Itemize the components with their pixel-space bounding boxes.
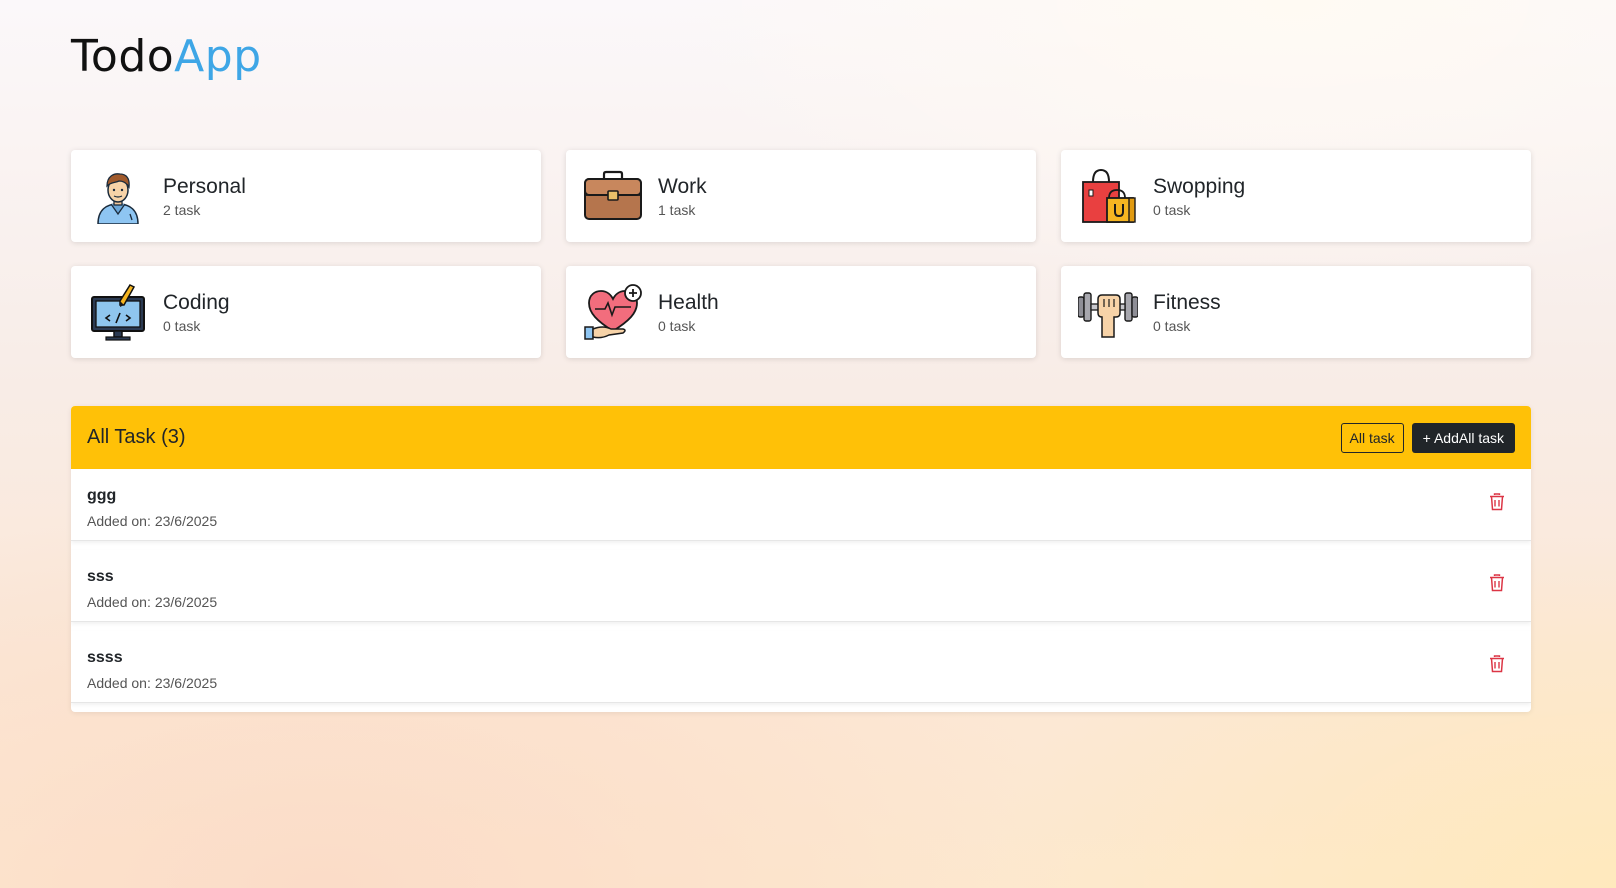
category-grid: Personal 2 task Work 1 task Swopping 0 t… [71,150,1531,358]
task-date-label: Added on: [87,675,151,691]
category-title: Health [658,290,719,314]
category-count: 0 task [163,318,201,335]
category-card-health[interactable]: Health 0 task [566,266,1036,358]
category-count: 2 task [163,202,201,219]
trash-icon [1490,574,1504,592]
task-date: Added on: 23/6/2025 [87,675,217,691]
category-card-coding[interactable]: Coding 0 task [71,266,541,358]
tasks-panel: All Task (3) All task + AddAll task ggg … [71,406,1531,712]
logo-text-todo: Todo [71,31,175,82]
category-count: 0 task [1153,202,1191,219]
task-date: Added on: 23/6/2025 [87,594,217,610]
task-row: ggg Added on: 23/6/2025 [71,469,1531,541]
dumbbell-icon [1077,281,1139,343]
category-title: Swopping [1153,174,1246,198]
briefcase-icon [582,165,644,227]
task-date-value: 23/6/2025 [154,675,218,691]
category-title: Personal [163,174,246,198]
category-card-swopping[interactable]: Swopping 0 task [1061,150,1531,242]
task-row: ssss Added on: 23/6/2025 [71,631,1531,703]
task-row: sss Added on: 23/6/2025 [71,550,1531,622]
delete-task-button[interactable] [1487,572,1507,594]
tasks-header: All Task (3) All task + AddAll task [71,406,1531,469]
task-date-label: Added on: [87,513,151,529]
delete-task-button[interactable] [1487,653,1507,675]
delete-task-button[interactable] [1487,491,1507,513]
app-logo: TodoApp [71,28,262,85]
category-title: Coding [163,290,230,314]
header-actions: All task + AddAll task [1340,422,1515,453]
task-date-value: 23/6/2025 [154,594,218,610]
monitor-code-icon [87,281,149,343]
task-name: ggg [87,487,117,504]
category-count: 0 task [1153,318,1191,335]
shopping-bags-icon [1077,165,1139,227]
add-task-button[interactable]: + AddAll task [1411,422,1515,453]
category-card-fitness[interactable]: Fitness 0 task [1061,266,1531,358]
category-count: 0 task [658,318,696,335]
all-task-filter-button[interactable]: All task [1340,422,1404,453]
tasks-title: All Task (3) [87,426,186,448]
person-icon [87,165,149,227]
category-title: Work [658,174,707,198]
trash-icon [1490,655,1504,673]
category-title: Fitness [1153,290,1221,314]
category-card-work[interactable]: Work 1 task [566,150,1036,242]
logo-text-app: App [174,31,262,82]
task-name: ssss [87,649,123,666]
task-name: sss [87,568,114,585]
task-date-value: 23/6/2025 [154,513,218,529]
trash-icon [1490,493,1504,511]
category-card-personal[interactable]: Personal 2 task [71,150,541,242]
task-date-label: Added on: [87,594,151,610]
heart-hand-icon [582,281,644,343]
task-date: Added on: 23/6/2025 [87,513,217,529]
category-count: 1 task [658,202,696,219]
